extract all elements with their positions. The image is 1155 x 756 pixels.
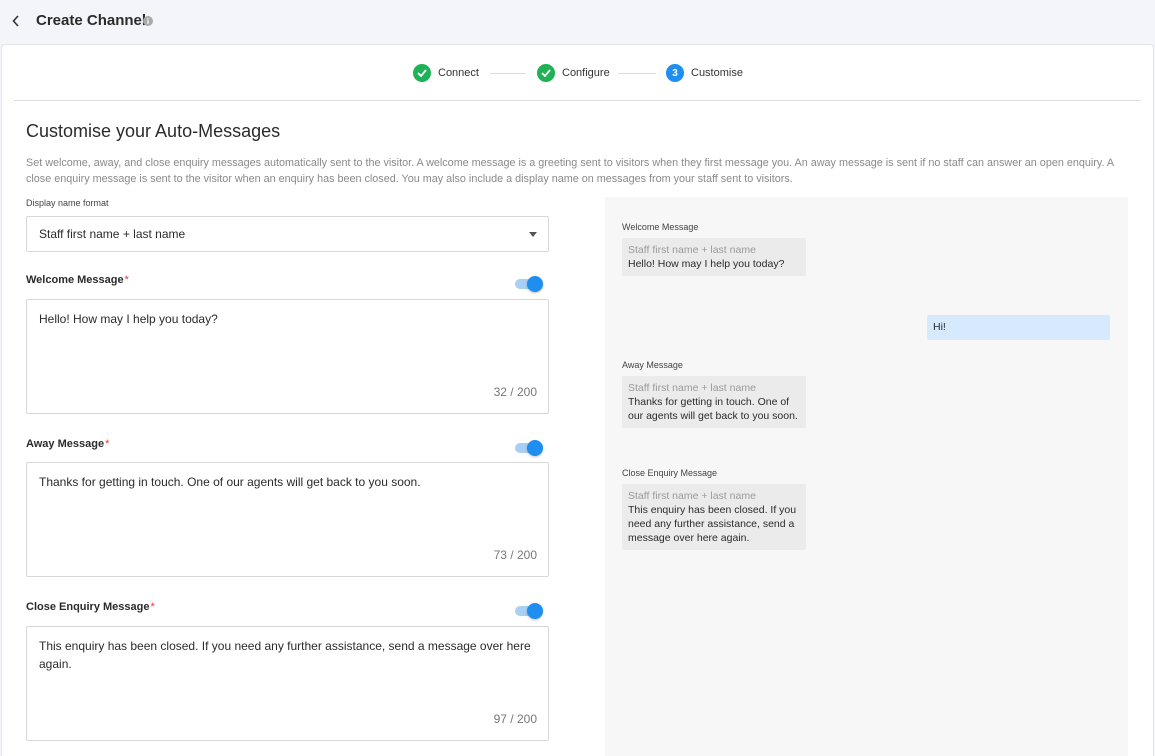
close-message-toggle[interactable] xyxy=(515,602,543,620)
preview-welcome-label: Welcome Message xyxy=(622,222,699,232)
welcome-message-toggle[interactable] xyxy=(515,275,543,293)
toggle-knob xyxy=(527,440,543,456)
toggle-knob xyxy=(527,603,543,619)
caret-down-icon xyxy=(529,232,537,237)
main-card: Connect Configure 3 Customise Customise … xyxy=(1,44,1154,756)
message-preview-panel: Welcome Message Staff first name + last … xyxy=(605,197,1128,756)
close-message-label: Close Enquiry Message* xyxy=(26,601,155,613)
info-icon[interactable] xyxy=(143,16,153,26)
char-counter: 32 / 200 xyxy=(493,385,537,399)
required-mark: * xyxy=(150,601,155,613)
step-label: Customise xyxy=(691,67,743,79)
chevron-left-icon xyxy=(12,15,19,27)
display-name-value: Staff first name + last name xyxy=(39,227,186,241)
preview-text: Thanks for getting in touch. One of our … xyxy=(628,396,798,422)
preview-sender: Staff first name + last name xyxy=(628,244,756,256)
label-text: Welcome Message xyxy=(26,274,124,286)
textarea-value: This enquiry has been closed. If you nee… xyxy=(39,639,531,671)
preview-text: Hello! How may I help you today? xyxy=(628,258,785,270)
toggle-knob xyxy=(527,276,543,292)
divider xyxy=(14,100,1141,101)
step-connect: Connect xyxy=(413,63,479,83)
required-mark: * xyxy=(124,274,129,286)
away-message-toggle[interactable] xyxy=(515,439,543,457)
preview-away-label: Away Message xyxy=(622,360,683,370)
welcome-message-textarea[interactable]: Hello! How may I help you today? 32 / 20… xyxy=(26,299,549,414)
preview-away-bubble: Staff first name + last name Thanks for … xyxy=(622,376,806,428)
preview-close-bubble: Staff first name + last name This enquir… xyxy=(622,484,806,550)
step-number: 3 xyxy=(666,64,684,82)
char-counter: 97 / 200 xyxy=(493,712,537,726)
preview-user-bubble: Hi! xyxy=(927,315,1110,340)
step-connector xyxy=(490,73,526,74)
textarea-value: Thanks for getting in touch. One of our … xyxy=(39,475,421,489)
char-counter: 73 / 200 xyxy=(493,548,537,562)
page-title: Create Channel xyxy=(36,12,147,29)
preview-sender: Staff first name + last name xyxy=(628,490,756,502)
away-message-textarea[interactable]: Thanks for getting in touch. One of our … xyxy=(26,462,549,577)
check-icon xyxy=(537,64,555,82)
required-mark: * xyxy=(105,438,110,450)
preview-text: This enquiry has been closed. If you nee… xyxy=(628,504,797,544)
section-description: Set welcome, away, and close enquiry mes… xyxy=(26,157,1114,185)
label-text: Close Enquiry Message xyxy=(26,601,150,613)
display-name-select[interactable]: Staff first name + last name xyxy=(26,216,549,252)
close-message-textarea[interactable]: This enquiry has been closed. If you nee… xyxy=(26,626,549,741)
back-button[interactable] xyxy=(9,13,23,29)
display-name-label: Display name format xyxy=(26,198,109,208)
top-bar: Create Channel xyxy=(0,0,1155,44)
textarea-value: Hello! How may I help you today? xyxy=(39,312,218,326)
preview-close-label: Close Enquiry Message xyxy=(622,468,718,478)
step-customise: 3 Customise xyxy=(666,63,743,83)
step-label: Connect xyxy=(438,67,479,79)
preview-welcome-bubble: Staff first name + last name Hello! How … xyxy=(622,238,806,276)
preview-sender: Staff first name + last name xyxy=(628,382,756,394)
section-title: Customise your Auto-Messages xyxy=(26,121,281,141)
welcome-message-label: Welcome Message* xyxy=(26,274,129,286)
step-connector xyxy=(618,73,656,74)
label-text: Away Message xyxy=(26,438,105,450)
check-icon xyxy=(413,64,431,82)
away-message-label: Away Message* xyxy=(26,438,109,450)
step-label: Configure xyxy=(562,67,610,79)
step-configure: Configure xyxy=(537,63,610,83)
